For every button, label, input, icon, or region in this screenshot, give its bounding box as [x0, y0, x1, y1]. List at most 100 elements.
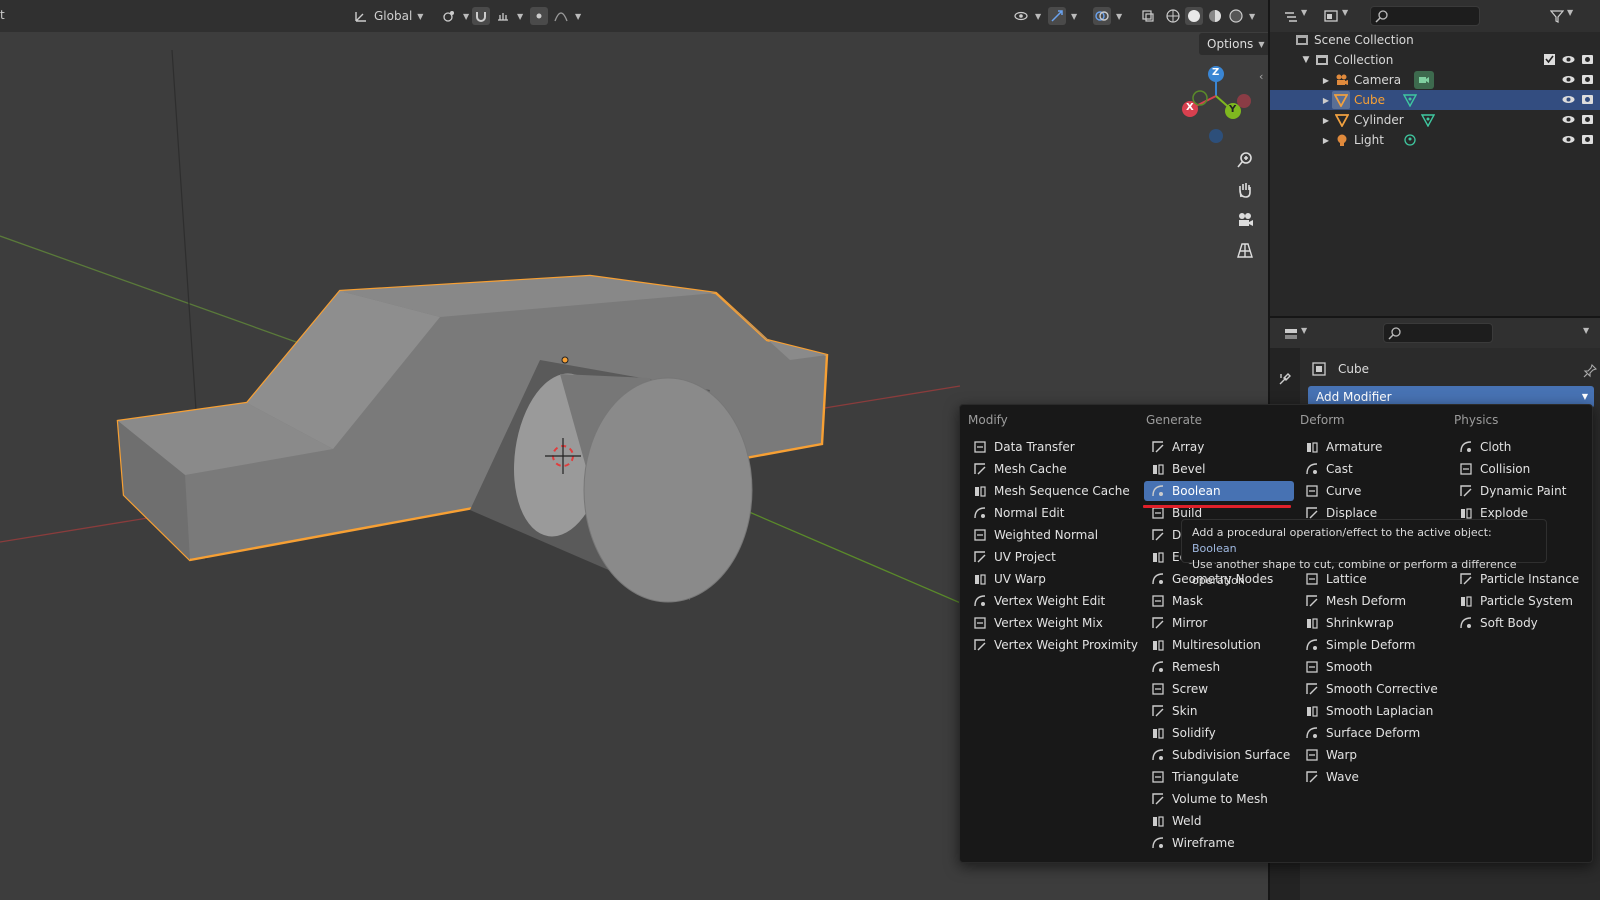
outliner-search-input[interactable] [1370, 6, 1480, 26]
modifier-item-shrinkwrap[interactable]: Shrinkwrap [1298, 613, 1448, 633]
eye-icon[interactable] [1562, 113, 1575, 129]
render-camera-icon[interactable] [1581, 113, 1594, 129]
outliner-row-camera[interactable]: ▶ Camera [1270, 70, 1600, 90]
modifier-item-boolean[interactable]: Boolean [1144, 481, 1294, 501]
properties-search-input[interactable] [1383, 323, 1493, 343]
modifier-item-skin[interactable]: Skin [1144, 701, 1294, 721]
modifier-item-cloth[interactable]: Cloth [1452, 437, 1582, 457]
modifier-item-mirror[interactable]: Mirror [1144, 613, 1294, 633]
modifier-item-mask[interactable]: Mask [1144, 591, 1294, 611]
expand-right-icon[interactable]: ▶ [1318, 132, 1334, 148]
chevron-down-icon[interactable]: ▼ [1342, 8, 1348, 17]
gizmo-y-label[interactable]: Y [1229, 104, 1236, 115]
modifier-item-mesh-cache[interactable]: Mesh Cache [966, 459, 1144, 479]
modifier-item-wave[interactable]: Wave [1298, 767, 1448, 787]
camera-view-icon[interactable] [1232, 207, 1258, 233]
light-data-icon[interactable] [1402, 132, 1418, 148]
modifier-item-triangulate[interactable]: Triangulate [1144, 767, 1294, 787]
zoom-icon[interactable] [1232, 147, 1258, 173]
modifier-item-vertex-weight-proximity[interactable]: Vertex Weight Proximity [966, 635, 1144, 655]
modifier-item-vertex-weight-edit[interactable]: Vertex Weight Edit [966, 591, 1144, 611]
modifier-item-cast[interactable]: Cast [1298, 459, 1448, 479]
eye-icon[interactable] [1562, 133, 1575, 149]
tool-tab-icon[interactable] [1276, 370, 1294, 388]
outliner-row-cylinder[interactable]: ▶ Cylinder [1270, 110, 1600, 130]
render-camera-icon[interactable] [1581, 93, 1594, 109]
modifier-item-soft-body[interactable]: Soft Body [1452, 613, 1582, 633]
filter-funnel-icon[interactable] [1548, 7, 1566, 25]
gizmo-dropdown[interactable]: ▼ [1048, 6, 1077, 26]
pin-icon[interactable] [1581, 362, 1599, 380]
chevron-down-icon[interactable]: ▼ [1583, 326, 1589, 335]
overlays-dropdown[interactable]: ▼ [1093, 6, 1122, 26]
mesh-data-icon[interactable] [1420, 112, 1436, 128]
chevron-down-icon[interactable]: ▼ [1301, 8, 1307, 17]
modifier-item-array[interactable]: Array [1144, 437, 1294, 457]
checkbox-icon[interactable] [1543, 53, 1556, 69]
eye-icon[interactable] [1562, 73, 1575, 89]
modifier-item-mesh-deform[interactable]: Mesh Deform [1298, 591, 1448, 611]
modifier-item-smooth[interactable]: Smooth [1298, 657, 1448, 677]
filter-view-icon[interactable] [1322, 7, 1340, 25]
modifier-item-curve[interactable]: Curve [1298, 481, 1448, 501]
solid-shading-icon[interactable] [1185, 7, 1203, 25]
modifier-item-remesh[interactable]: Remesh [1144, 657, 1294, 677]
camera-data-icon[interactable] [1414, 71, 1434, 89]
modifier-item-bevel[interactable]: Bevel [1144, 459, 1294, 479]
modifier-item-surface-deform[interactable]: Surface Deform [1298, 723, 1448, 743]
editor-type-icon[interactable] [1282, 325, 1300, 343]
outliner-row-cube[interactable]: ▶ Cube [1270, 90, 1600, 110]
expand-right-icon[interactable]: ▶ [1318, 112, 1334, 128]
modifier-item-dynamic-paint[interactable]: Dynamic Paint [1452, 481, 1582, 501]
modifier-item-normal-edit[interactable]: Normal Edit [966, 503, 1144, 523]
material-preview-icon[interactable] [1206, 7, 1224, 25]
options-dropdown[interactable]: Options ▼ [1199, 33, 1268, 55]
expand-down-icon[interactable]: ▼ [1298, 52, 1314, 68]
modifier-item-uv-project[interactable]: UV Project [966, 547, 1144, 567]
object-visibility-dropdown[interactable]: ▼ [1012, 6, 1041, 26]
snap-toggle[interactable]: ▼ [472, 6, 523, 26]
outliner-row-scene-collection[interactable]: Scene Collection [1270, 30, 1600, 50]
modifier-item-mesh-sequence-cache[interactable]: Mesh Sequence Cache [966, 481, 1144, 501]
modifier-item-weighted-normal[interactable]: Weighted Normal [966, 525, 1144, 545]
render-camera-icon[interactable] [1581, 73, 1594, 89]
modifier-item-particle-system[interactable]: Particle System [1452, 591, 1582, 611]
transform-orientation-dropdown[interactable]: Global ▼ [352, 6, 423, 26]
chevron-down-icon[interactable]: ▼ [1301, 326, 1307, 335]
modifier-item-simple-deform[interactable]: Simple Deform [1298, 635, 1448, 655]
perspective-grid-icon[interactable] [1232, 237, 1258, 263]
modifier-item-data-transfer[interactable]: Data Transfer [966, 437, 1144, 457]
chevron-down-icon[interactable]: ▼ [1567, 8, 1573, 17]
modifier-item-multiresolution[interactable]: Multiresolution [1144, 635, 1294, 655]
xray-toggle[interactable] [1139, 6, 1157, 26]
modifier-item-volume-to-mesh[interactable]: Volume to Mesh [1144, 789, 1294, 809]
outliner-row-light[interactable]: ▶ Light [1270, 130, 1600, 150]
wireframe-shading-icon[interactable] [1164, 7, 1182, 25]
modifier-item-smooth-laplacian[interactable]: Smooth Laplacian [1298, 701, 1448, 721]
proportional-edit-toggle[interactable]: ▼ [530, 6, 581, 26]
expand-right-icon[interactable]: ▶ [1318, 72, 1334, 88]
eye-icon[interactable] [1562, 53, 1575, 69]
mesh-data-icon[interactable] [1402, 92, 1418, 108]
modifier-item-screw[interactable]: Screw [1144, 679, 1294, 699]
modifier-item-weld[interactable]: Weld [1144, 811, 1294, 831]
modifier-item-collision[interactable]: Collision [1452, 459, 1582, 479]
modifier-item-solidify[interactable]: Solidify [1144, 723, 1294, 743]
display-mode-icon[interactable] [1282, 8, 1300, 26]
gizmo-x-label[interactable]: X [1186, 102, 1194, 113]
modifier-item-smooth-corrective[interactable]: Smooth Corrective [1298, 679, 1448, 699]
pan-hand-icon[interactable] [1232, 177, 1258, 203]
outliner-row-collection[interactable]: ▼ Collection [1270, 50, 1600, 70]
pivot-point-dropdown[interactable]: ▼ [440, 6, 469, 26]
modifier-item-uv-warp[interactable]: UV Warp [966, 569, 1144, 589]
render-camera-icon[interactable] [1581, 133, 1594, 149]
modifier-item-subdivision-surface[interactable]: Subdivision Surface [1144, 745, 1294, 765]
gizmo-z-label[interactable]: Z [1212, 67, 1219, 78]
shading-mode-buttons[interactable]: ▼ [1164, 6, 1255, 26]
rendered-shading-icon[interactable] [1227, 7, 1245, 25]
sidebar-toggle-icon[interactable]: ‹ [1259, 70, 1263, 83]
eye-icon[interactable] [1562, 93, 1575, 109]
render-camera-icon[interactable] [1581, 53, 1594, 69]
modifier-item-armature[interactable]: Armature [1298, 437, 1448, 457]
modifier-item-warp[interactable]: Warp [1298, 745, 1448, 765]
